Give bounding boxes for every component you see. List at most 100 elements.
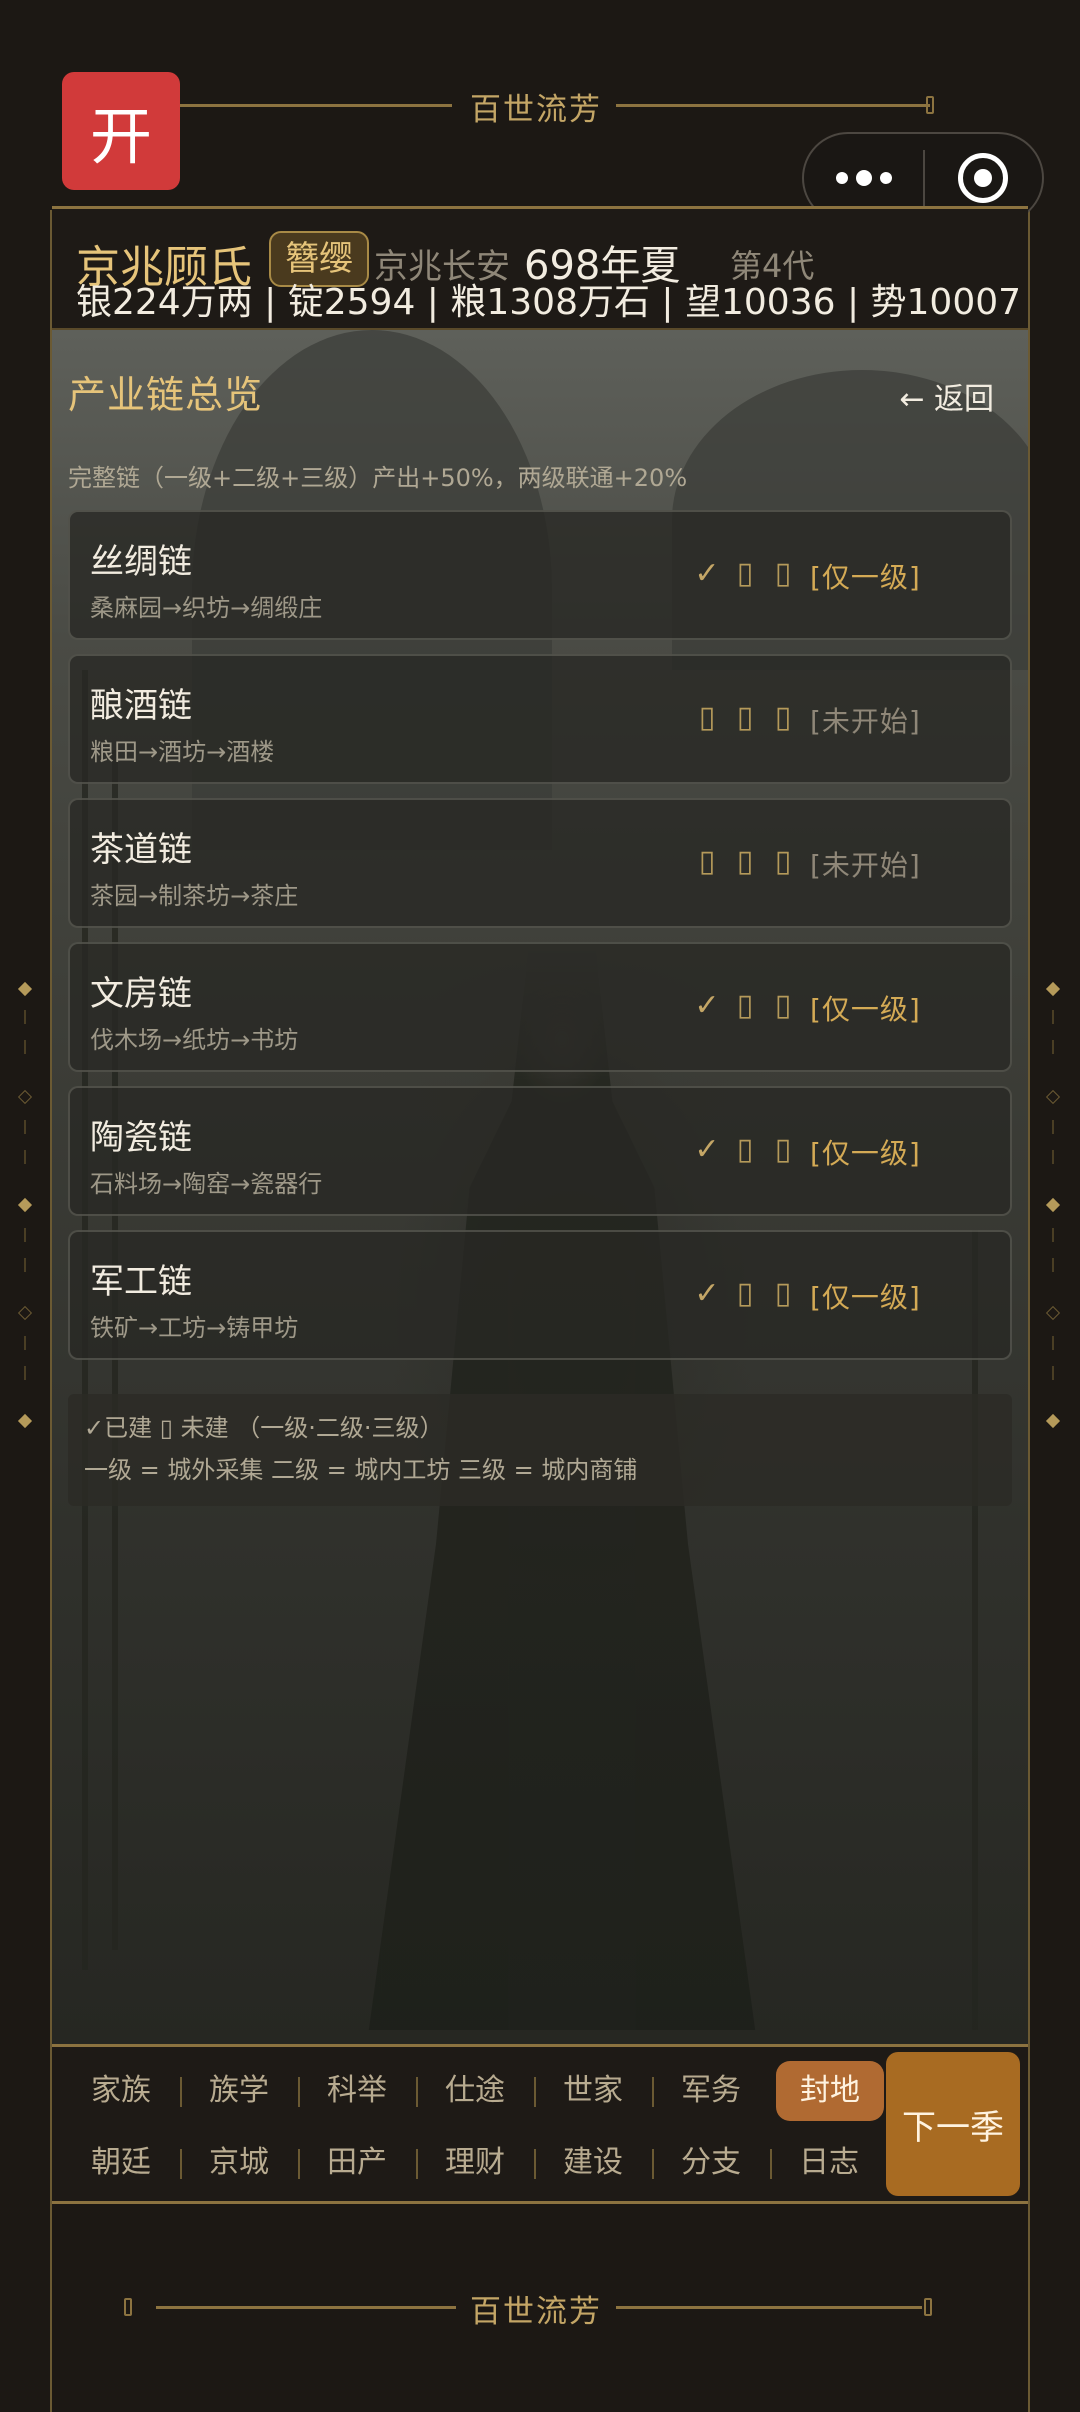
frame-border-right <box>1028 0 1030 2412</box>
chain-name: 丝绸链 <box>90 542 192 582</box>
open-button[interactable]: 开 <box>62 72 180 190</box>
industry-chain-panel: 产业链总览 ← 返回 完整链（一级+二级+三级）产出+50%，两级联通+20% … <box>52 330 1028 2044</box>
chain-card-stationery[interactable]: 文房链 伐木场→纸坊→书坊 ✓ ▯ ▯ [仅一级] <box>68 942 1012 1072</box>
chain-name: 酿酒链 <box>90 686 192 726</box>
chain-status: [仅一级] <box>810 993 921 1026</box>
next-season-button[interactable]: 下一季 <box>886 2052 1020 2196</box>
chain-levels: ✓ ▯ ▯ <box>688 556 802 591</box>
chain-card-military[interactable]: 军工链 铁矿→工坊→铸甲坊 ✓ ▯ ▯ [仅一级] <box>68 1230 1012 1360</box>
level-1-unbuilt-icon: ▯ <box>698 700 716 735</box>
banner-end-ornament <box>926 96 934 114</box>
chain-card-ceramics[interactable]: 陶瓷链 石料场→陶窑→瓷器行 ✓ ▯ ▯ [仅一级] <box>68 1086 1012 1216</box>
nav-item-career[interactable]: 仕途 <box>416 2061 534 2121</box>
nav-item-capital[interactable]: 京城 <box>180 2133 298 2193</box>
side-ornament-right <box>1052 1040 1054 1054</box>
side-ornament-left <box>24 1366 26 1380</box>
side-ornament-right <box>1052 1258 1054 1272</box>
nav-item-log[interactable]: 日志 <box>770 2133 888 2193</box>
level-3-unbuilt-icon: ▯ <box>774 700 792 735</box>
nav-item-military[interactable]: 军务 <box>652 2061 770 2121</box>
level-2-unbuilt-icon: ▯ <box>736 556 754 591</box>
level-3-unbuilt-icon: ▯ <box>774 988 792 1023</box>
level-1-built-icon: ✓ <box>694 988 720 1023</box>
footer-line-left <box>156 2306 456 2309</box>
chain-levels: ✓ ▯ ▯ <box>688 1276 802 1311</box>
top-banner: 开 百世流芳 <box>0 0 1080 224</box>
chain-levels: ✓ ▯ ▯ <box>688 1132 802 1167</box>
chain-card-tea[interactable]: 茶道链 茶园→制茶坊→茶庄 ▯ ▯ ▯ [未开始] <box>68 798 1012 928</box>
banner-line-right <box>616 104 930 107</box>
level-1-unbuilt-icon: ▯ <box>698 844 716 879</box>
level-1-built-icon: ✓ <box>694 1276 720 1311</box>
nav-item-fief[interactable]: 封地 <box>776 2061 884 2121</box>
side-ornament-right <box>1052 1366 1054 1380</box>
nav-item-finance[interactable]: 理财 <box>416 2133 534 2193</box>
nav-item-construction[interactable]: 建设 <box>534 2133 652 2193</box>
level-3-unbuilt-icon: ▯ <box>774 556 792 591</box>
chain-path: 伐木场→纸坊→书坊 <box>90 1026 299 1054</box>
level-2-unbuilt-icon: ▯ <box>736 1132 754 1167</box>
chain-path: 粮田→酒坊→酒楼 <box>90 738 275 766</box>
side-ornament-left <box>24 1336 26 1350</box>
panel-hint: 完整链（一级+二级+三级）产出+50%，两级联通+20% <box>68 464 688 492</box>
nav-item-clan-school[interactable]: 族学 <box>180 2061 298 2121</box>
side-ornament-left <box>17 981 33 997</box>
side-ornament-left <box>24 1150 26 1164</box>
chain-path: 茶园→制茶坊→茶庄 <box>90 882 299 910</box>
banner-line-left <box>180 104 452 107</box>
legend-box: ✓已建 ▯ 未建 （一级·二级·三级） 一级 = 城外采集 二级 = 城内工坊 … <box>68 1394 1012 1506</box>
footer-end-ornament <box>124 2298 132 2316</box>
level-1-built-icon: ✓ <box>694 556 720 591</box>
side-ornament-left <box>24 1120 26 1134</box>
side-ornament-right <box>1052 1010 1054 1024</box>
nav-item-court[interactable]: 朝廷 <box>62 2133 180 2193</box>
level-1-built-icon: ✓ <box>694 1132 720 1167</box>
nav-item-exam[interactable]: 科举 <box>298 2061 416 2121</box>
side-ornament-right <box>1045 981 1061 997</box>
chain-card-wine[interactable]: 酿酒链 粮田→酒坊→酒楼 ▯ ▯ ▯ [未开始] <box>68 654 1012 784</box>
footer-line-right <box>616 2306 922 2309</box>
footer-end-ornament <box>924 2298 932 2316</box>
side-ornament-left <box>17 1305 33 1321</box>
chain-levels: ▯ ▯ ▯ <box>688 844 802 879</box>
side-ornament-left <box>24 1010 26 1024</box>
level-3-unbuilt-icon: ▯ <box>774 1276 792 1311</box>
side-ornament-left <box>24 1228 26 1242</box>
side-ornament-left <box>17 1089 33 1105</box>
level-2-unbuilt-icon: ▯ <box>736 1276 754 1311</box>
nav-item-family[interactable]: 家族 <box>62 2061 180 2121</box>
level-3-unbuilt-icon: ▯ <box>774 1132 792 1167</box>
side-ornament-right <box>1045 1197 1061 1213</box>
chain-status: [仅一级] <box>810 1137 921 1170</box>
side-ornament-right <box>1045 1305 1061 1321</box>
nav-item-farmland[interactable]: 田产 <box>298 2133 416 2193</box>
chain-name: 军工链 <box>90 1262 192 1302</box>
level-2-unbuilt-icon: ▯ <box>736 700 754 735</box>
chain-card-silk[interactable]: 丝绸链 桑麻园→织坊→绸缎庄 ✓ ▯ ▯ [仅一级] <box>68 510 1012 640</box>
level-3-unbuilt-icon: ▯ <box>774 844 792 879</box>
legend-levels: 一级 = 城外采集 二级 = 城内工坊 三级 = 城内商铺 <box>84 1456 638 1484</box>
nav-item-branches[interactable]: 分支 <box>652 2133 770 2193</box>
side-ornament-right <box>1052 1336 1054 1350</box>
side-ornament-right <box>1052 1150 1054 1164</box>
back-button[interactable]: ← 返回 <box>899 374 994 418</box>
side-ornament-left <box>24 1258 26 1272</box>
panel-title: 产业链总览 <box>68 373 264 417</box>
side-ornament-left <box>24 1040 26 1054</box>
resource-stats: 银224万两 | 锭2594 | 粮1308万石 | 望10036 | 势100… <box>76 282 1028 323</box>
footer-title: 百世流芳 <box>470 2294 602 2330</box>
nav-row-2: 朝廷 京城 田产 理财 建设 分支 日志 <box>62 2133 888 2193</box>
chain-name: 陶瓷链 <box>90 1118 192 1158</box>
chain-status: [未开始] <box>810 849 921 882</box>
nav-item-noble-families[interactable]: 世家 <box>534 2061 652 2121</box>
banner-title: 百世流芳 <box>470 92 602 128</box>
clan-info-bar: 京兆顾氏 簪缨 京兆长安 698年夏 第4代 银224万两 | 锭2594 | … <box>52 206 1028 330</box>
nav-row-1: 家族 族学 科举 仕途 世家 军务 封地 <box>62 2061 884 2121</box>
legend-symbols: ✓已建 ▯ 未建 （一级·二级·三级） <box>84 1414 444 1442</box>
side-ornament-left <box>17 1413 33 1429</box>
side-ornament-right <box>1052 1228 1054 1242</box>
chain-status: [未开始] <box>810 705 921 738</box>
chain-status: [仅一级] <box>810 561 921 594</box>
resource-stats-overflow: 篇12 <box>76 319 158 328</box>
chain-levels: ▯ ▯ ▯ <box>688 700 802 735</box>
